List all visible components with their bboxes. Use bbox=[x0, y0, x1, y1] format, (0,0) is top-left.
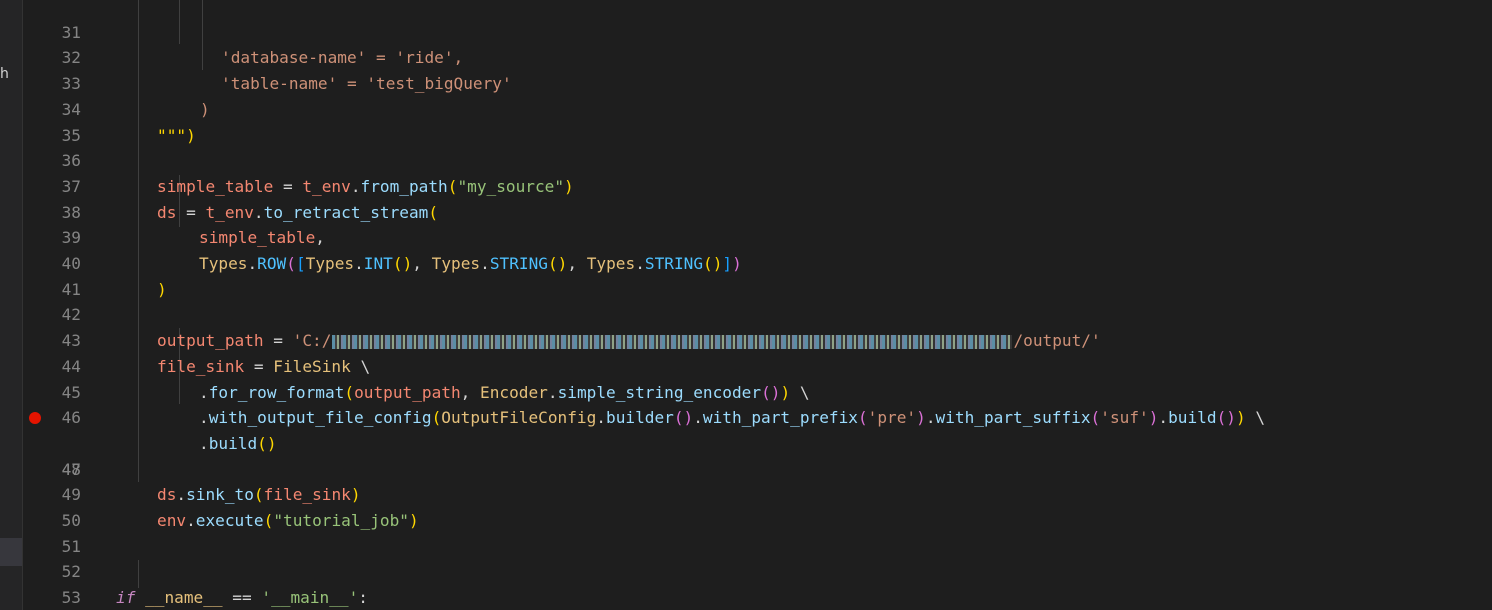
breakpoint-icon[interactable] bbox=[29, 412, 41, 425]
code-line-48[interactable]: 48 bbox=[23, 431, 1492, 479]
keyword: if bbox=[116, 588, 136, 608]
code-line-37[interactable]: 37 ds = t_env.to_retract_stream( bbox=[23, 148, 1492, 222]
code-line-39[interactable]: 39 Types.ROW([Types.INT(), Types.STRING(… bbox=[23, 200, 1492, 273]
code-line-43[interactable]: 43 file_sink = FileSink \ bbox=[23, 302, 1492, 376]
code-line-31[interactable]: 31 'database-name' = 'ride', bbox=[23, 0, 1492, 68]
string-literal: '__main__' bbox=[261, 588, 359, 608]
code-line-33[interactable]: 33 ) bbox=[23, 45, 1492, 119]
code-line-38[interactable]: 38 simple_table, bbox=[23, 174, 1492, 248]
code-line-34[interactable]: 34 """) bbox=[23, 71, 1492, 145]
code-line-49[interactable]: 49 env.execute("tutorial_job") bbox=[23, 457, 1492, 530]
code-line-53[interactable]: 53 tutorial() bbox=[23, 559, 1492, 607]
operator: == bbox=[222, 588, 262, 608]
code-line-47[interactable]: 47 ds.sink_to(file_sink) bbox=[23, 405, 1492, 504]
code-line-44[interactable]: 44 .for_row_format(output_path, Encoder.… bbox=[23, 328, 1492, 402]
side-panel-text-fragment: h bbox=[0, 66, 9, 82]
code-line-36[interactable]: 36 simple_table = t_env.from_path("my_so… bbox=[23, 123, 1492, 196]
code-line-45[interactable]: 45 .with_output_file_config(OutputFileCo… bbox=[23, 354, 1492, 428]
code-line-51[interactable]: 51 bbox=[23, 508, 1492, 556]
code-line-40[interactable]: 40 ) bbox=[23, 225, 1492, 299]
code-line-50[interactable]: 50 bbox=[23, 482, 1492, 530]
code-line-32[interactable]: 32 'table-name' = 'test_bigQuery' bbox=[23, 20, 1492, 93]
code-line-42[interactable]: 42 output_path = 'C://output/' bbox=[23, 277, 1492, 350]
colon: : bbox=[358, 588, 368, 608]
side-panel-strip: h bbox=[0, 0, 22, 610]
line-number: 53 bbox=[61, 588, 81, 608]
code-line-46[interactable]: 46 .build() bbox=[23, 380, 1492, 453]
code-line-41[interactable]: 41 bbox=[23, 251, 1492, 299]
side-panel-selected-item[interactable] bbox=[0, 538, 22, 566]
code-line-52[interactable]: 52 if __name__ == '__main__': bbox=[23, 534, 1492, 607]
dunder-name: __name__ bbox=[145, 588, 223, 608]
code-line-35[interactable]: 35 bbox=[23, 97, 1492, 145]
code-editor[interactable]: 31 'database-name' = 'ride', 32 'table-n… bbox=[23, 0, 1492, 610]
